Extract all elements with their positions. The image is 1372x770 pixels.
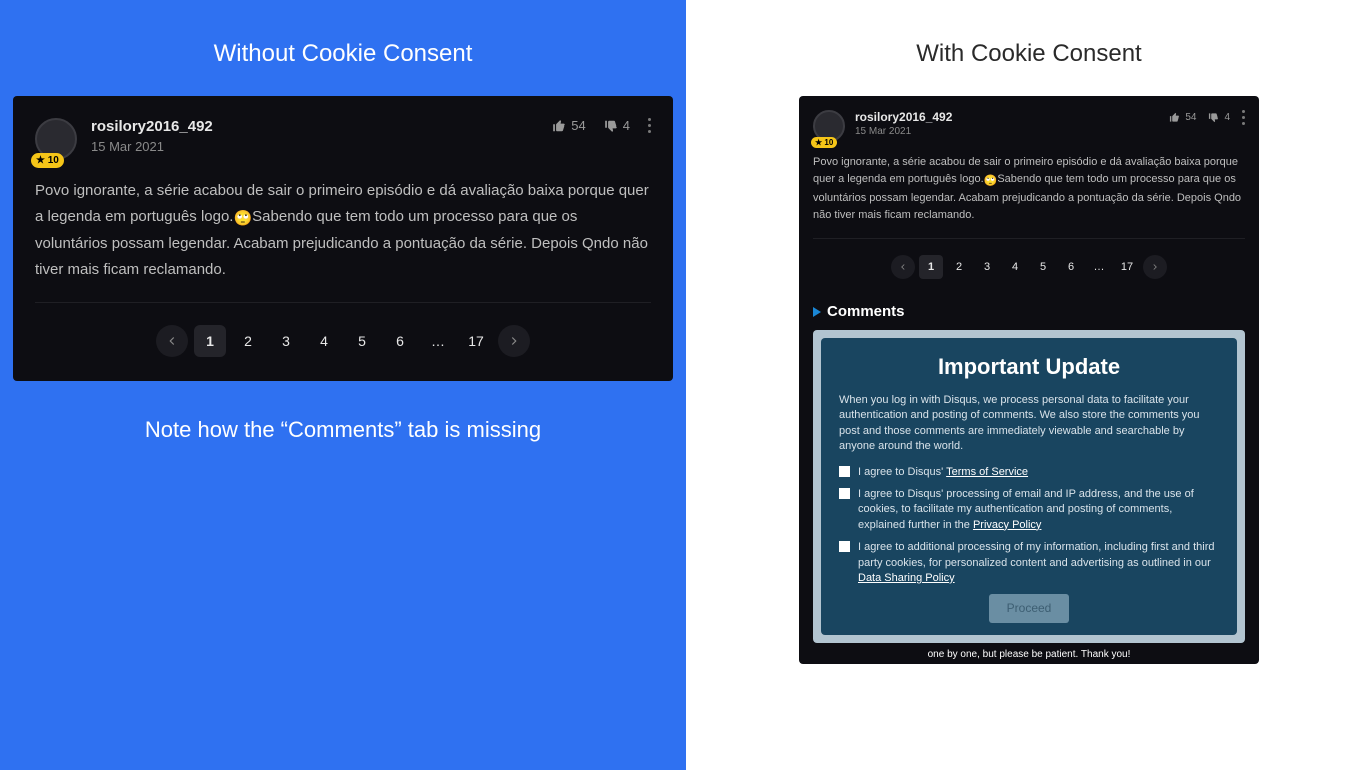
- pager-ellipsis: …: [422, 325, 454, 357]
- pager-page-1[interactable]: 1: [919, 255, 943, 279]
- consent-text-data-sharing: I agree to additional processing of my i…: [858, 540, 1219, 586]
- pagination: 1 2 3 4 5 6 … 17: [813, 255, 1245, 285]
- comment-card-right: ★ 10 rosilory2016_492 15 Mar 2021 54 4 P…: [799, 96, 1259, 664]
- username[interactable]: rosilory2016_492: [91, 118, 552, 135]
- user-badge: ★ 10: [811, 137, 837, 148]
- pager-page-3[interactable]: 3: [975, 255, 999, 279]
- pager-page-2[interactable]: 2: [947, 255, 971, 279]
- pager-page-4[interactable]: 4: [1003, 255, 1027, 279]
- emoji-eyeroll-icon: 🙄: [984, 173, 998, 190]
- vote-controls: 54 4: [1169, 110, 1245, 125]
- pager-page-4[interactable]: 4: [308, 325, 340, 357]
- downvote-button[interactable]: 4: [1208, 112, 1230, 123]
- more-options-button[interactable]: [648, 118, 651, 133]
- consent-row-data-sharing: I agree to additional processing of my i…: [839, 540, 1219, 586]
- proceed-button[interactable]: Proceed: [989, 594, 1070, 623]
- pager-prev-button[interactable]: [156, 325, 188, 357]
- heading-right: With Cookie Consent: [916, 40, 1141, 68]
- pager-next-button[interactable]: [1143, 255, 1167, 279]
- panel-with-consent: With Cookie Consent ★ 10 rosilory2016_49…: [686, 0, 1372, 770]
- upvote-count: 54: [1185, 112, 1196, 123]
- thumbs-down-icon: [1208, 112, 1219, 123]
- comment-header: ★ 10 rosilory2016_492 15 Mar 2021 54 4: [35, 118, 651, 160]
- consent-row-tos: I agree to Disqus' Terms of Service: [839, 465, 1219, 480]
- comment-meta: rosilory2016_492 15 Mar 2021: [91, 118, 552, 154]
- pager-ellipsis: …: [1087, 255, 1111, 279]
- comment-header: ★ 10 rosilory2016_492 15 Mar 2021 54 4: [813, 110, 1245, 142]
- link-privacy-policy[interactable]: Privacy Policy: [973, 519, 1041, 531]
- panel-without-consent: Without Cookie Consent ★ 10 rosilory2016…: [0, 0, 686, 770]
- pager-page-last[interactable]: 17: [1115, 255, 1139, 279]
- chevron-right-icon: [507, 334, 521, 348]
- footer-message: one by one, but please be patient. Thank…: [813, 643, 1245, 664]
- user-badge: ★ 10: [31, 153, 64, 168]
- consent-text-3a: I agree to additional processing of my i…: [858, 541, 1214, 568]
- link-data-sharing-policy[interactable]: Data Sharing Policy: [858, 572, 955, 584]
- emoji-eyeroll-icon: 🙄: [233, 206, 252, 232]
- consent-text-1a: I agree to Disqus': [858, 466, 946, 478]
- heading-left: Without Cookie Consent: [214, 40, 473, 68]
- link-terms-of-service[interactable]: Terms of Service: [946, 466, 1028, 478]
- consent-title: Important Update: [839, 352, 1219, 383]
- thumbs-down-icon: [604, 119, 618, 133]
- downvote-count: 4: [623, 118, 630, 133]
- pager-page-3[interactable]: 3: [270, 325, 302, 357]
- thumbs-up-icon: [1169, 112, 1180, 123]
- proceed-container: Proceed: [839, 594, 1219, 623]
- comment-date: 15 Mar 2021: [91, 139, 552, 154]
- avatar[interactable]: ★ 10: [813, 110, 845, 142]
- chevron-right-icon: [1150, 262, 1160, 272]
- comments-label: Comments: [827, 303, 905, 320]
- chevron-left-icon: [165, 334, 179, 348]
- consent-intro: When you log in with Disqus, we process …: [839, 393, 1219, 455]
- divider: [813, 238, 1245, 239]
- pager-page-5[interactable]: 5: [1031, 255, 1055, 279]
- comment-card-left: ★ 10 rosilory2016_492 15 Mar 2021 54 4 P…: [13, 96, 673, 381]
- chevron-left-icon: [898, 262, 908, 272]
- checkbox-privacy[interactable]: [839, 488, 850, 499]
- consent-dialog: Important Update When you log in with Di…: [821, 338, 1237, 635]
- thumbs-up-icon: [552, 119, 566, 133]
- username[interactable]: rosilory2016_492: [855, 110, 1169, 124]
- pager-page-5[interactable]: 5: [346, 325, 378, 357]
- more-options-button[interactable]: [1242, 110, 1245, 125]
- disclosure-triangle-icon: [813, 307, 821, 317]
- consent-row-privacy: I agree to Disqus' processing of email a…: [839, 487, 1219, 533]
- pager-page-last[interactable]: 17: [460, 325, 492, 357]
- comments-toggle[interactable]: Comments: [813, 303, 1245, 320]
- divider: [35, 302, 651, 303]
- checkbox-tos[interactable]: [839, 466, 850, 477]
- checkbox-data-sharing[interactable]: [839, 541, 850, 552]
- pager-page-6[interactable]: 6: [1059, 255, 1083, 279]
- downvote-button[interactable]: 4: [604, 118, 630, 133]
- pager-page-2[interactable]: 2: [232, 325, 264, 357]
- upvote-count: 54: [571, 118, 585, 133]
- upvote-button[interactable]: 54: [552, 118, 585, 133]
- comment-meta: rosilory2016_492 15 Mar 2021: [855, 110, 1169, 137]
- pager-next-button[interactable]: [498, 325, 530, 357]
- consent-text-privacy: I agree to Disqus' processing of email a…: [858, 487, 1219, 533]
- consent-container: Important Update When you log in with Di…: [813, 330, 1245, 643]
- pager-page-6[interactable]: 6: [384, 325, 416, 357]
- consent-text-tos: I agree to Disqus' Terms of Service: [858, 465, 1028, 480]
- comment-body: Povo ignorante, a série acabou de sair o…: [813, 154, 1245, 224]
- comment-date: 15 Mar 2021: [855, 126, 1169, 137]
- pager-prev-button[interactable]: [891, 255, 915, 279]
- upvote-button[interactable]: 54: [1169, 112, 1196, 123]
- pager-page-1[interactable]: 1: [194, 325, 226, 357]
- vote-controls: 54 4: [552, 118, 651, 133]
- avatar[interactable]: ★ 10: [35, 118, 77, 160]
- pagination: 1 2 3 4 5 6 … 17: [35, 325, 651, 363]
- note-text: Note how the “Comments” tab is missing: [145, 417, 541, 443]
- comment-body: Povo ignorante, a série acabou de sair o…: [35, 178, 651, 282]
- downvote-count: 4: [1224, 112, 1230, 123]
